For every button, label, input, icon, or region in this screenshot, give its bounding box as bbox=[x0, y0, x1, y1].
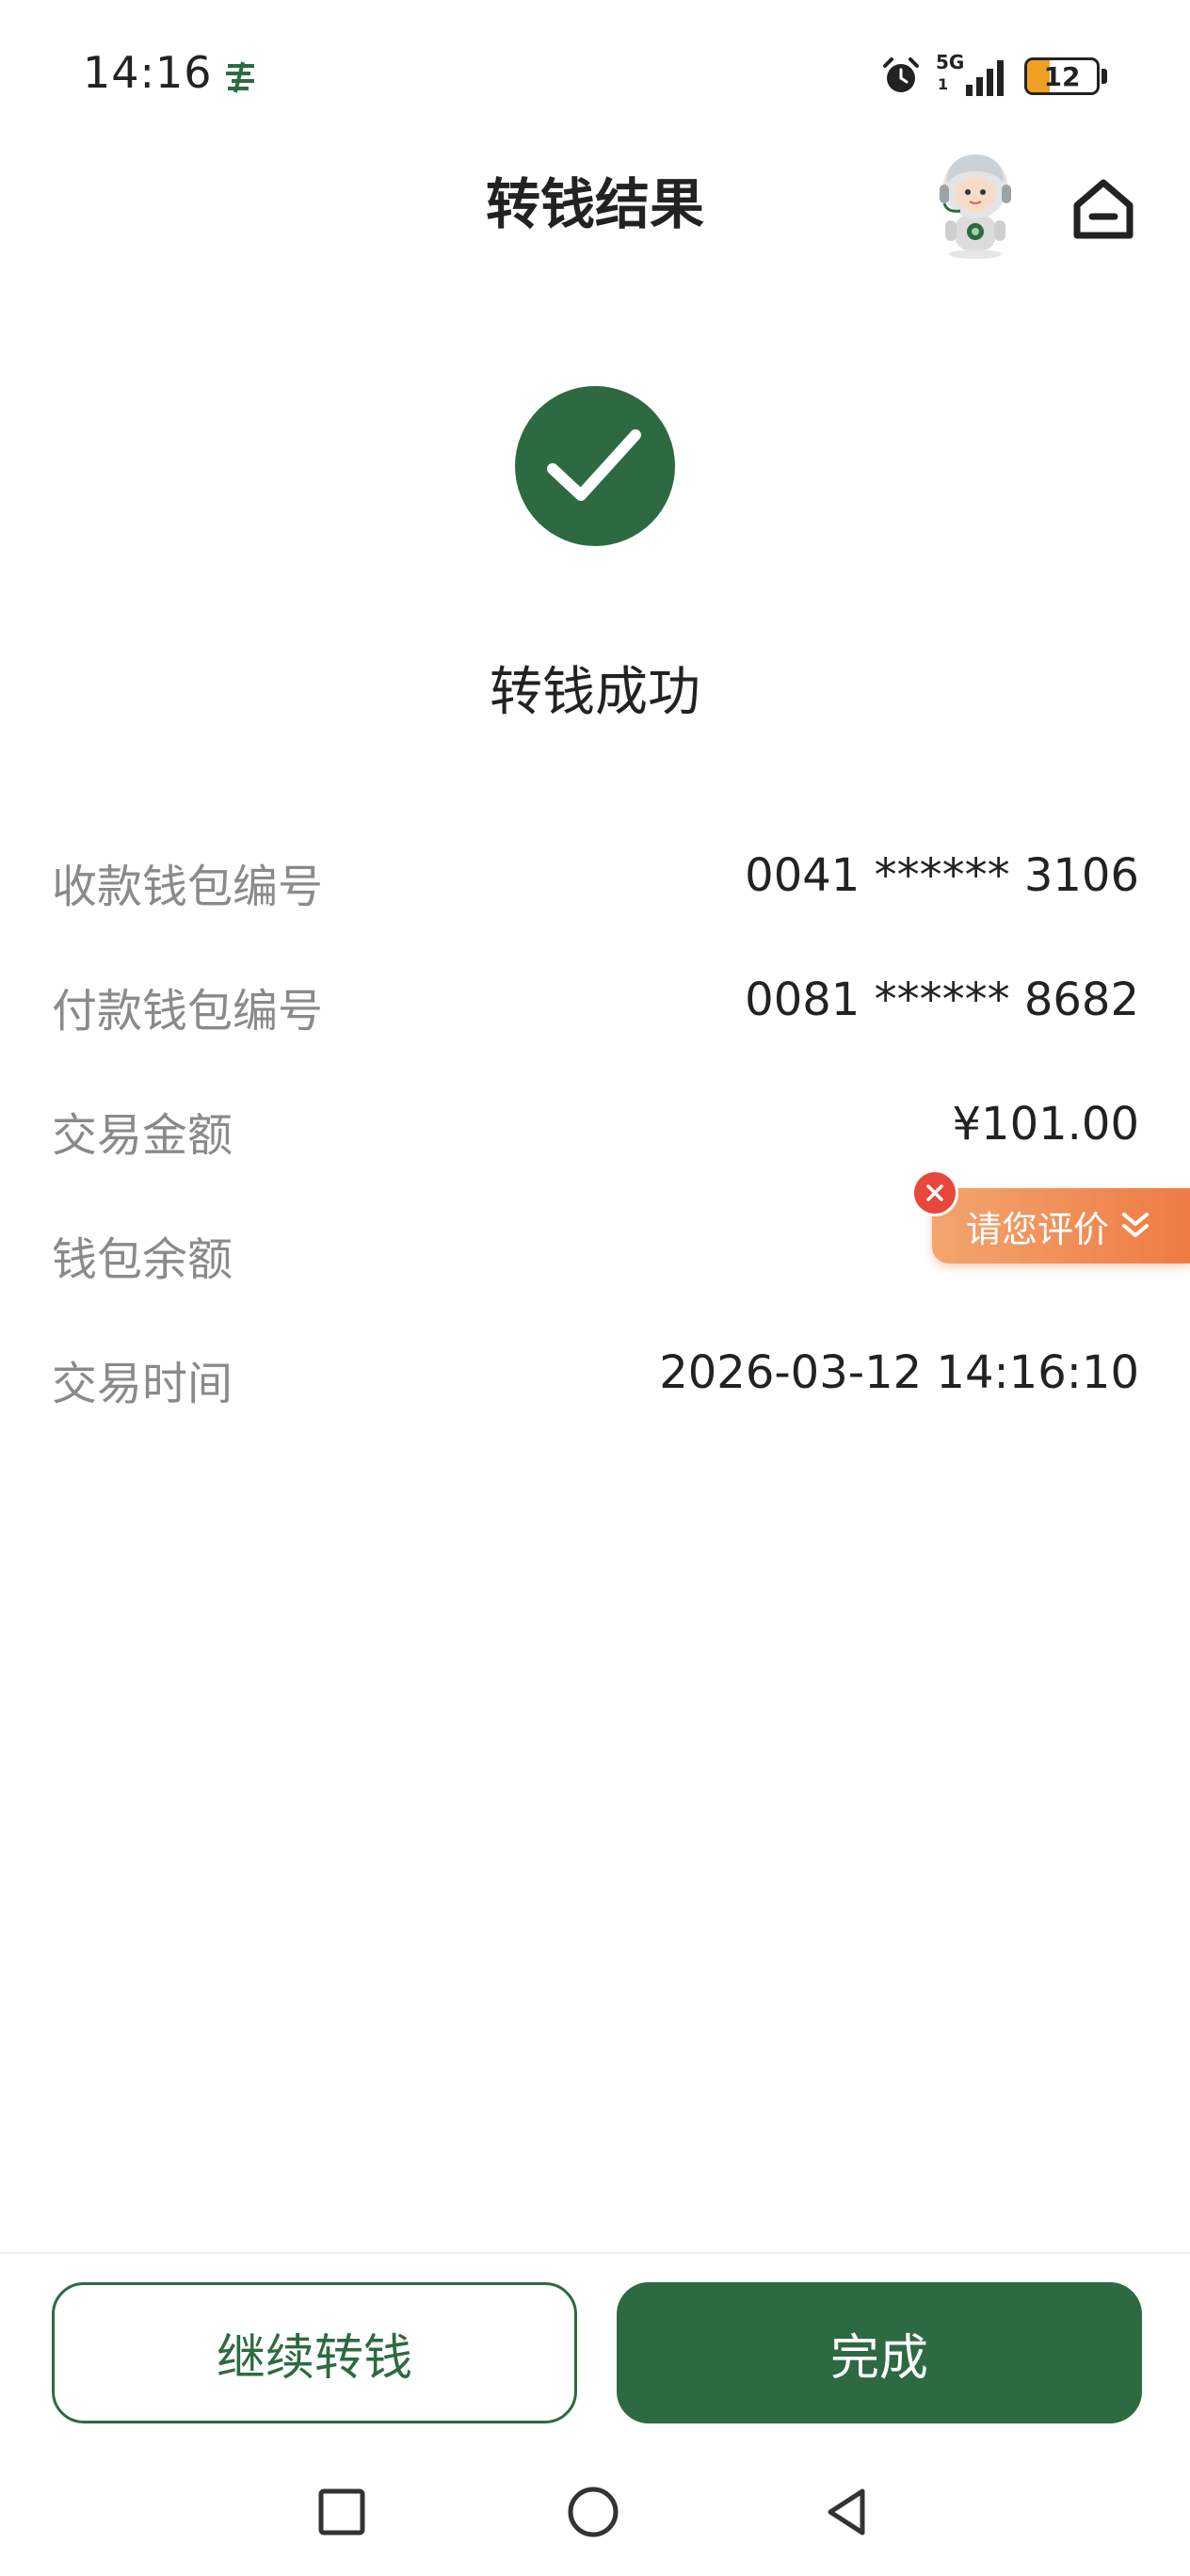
network-sim: 1 bbox=[938, 75, 949, 93]
detail-label: 交易时间 bbox=[52, 1358, 233, 1410]
detail-row-payee-wallet: 收款钱包编号 0041 ****** 3106 bbox=[52, 829, 1139, 953]
battery-indicator: 12 bbox=[1024, 57, 1100, 95]
robot-assistant-icon[interactable] bbox=[919, 145, 1032, 262]
rating-badge[interactable]: 请您评价 bbox=[932, 1188, 1190, 1264]
system-navigation-bar bbox=[0, 2448, 1190, 2576]
detail-value: 0041 ****** 3106 bbox=[745, 849, 1139, 902]
back-icon[interactable] bbox=[819, 2484, 876, 2540]
checkmark-circle-icon bbox=[515, 386, 675, 546]
status-bar: 14:16 5G 1 12 bbox=[0, 0, 1190, 141]
result-status-text: 转钱成功 bbox=[490, 662, 700, 723]
home-icon[interactable] bbox=[1064, 169, 1143, 249]
signal-bars-icon bbox=[966, 60, 1004, 96]
detail-value: 0081 ****** 8682 bbox=[745, 974, 1139, 1026]
alarm-icon bbox=[883, 57, 919, 92]
app-header: 转钱结果 bbox=[0, 141, 1190, 264]
detail-label: 付款钱包编号 bbox=[52, 985, 324, 1038]
cellular-signal: 5G 1 bbox=[936, 51, 1011, 98]
double-chevron-down-icon bbox=[1122, 1213, 1150, 1237]
action-bar: 继续转钱 完成 bbox=[0, 2252, 1190, 2442]
transaction-details: 收款钱包编号 0041 ****** 3106 付款钱包编号 0081 ****… bbox=[52, 829, 1139, 1450]
detail-label: 收款钱包编号 bbox=[52, 861, 324, 913]
detail-value: 2026-03-12 14:16:10 bbox=[659, 1346, 1139, 1399]
detail-label: 交易金额 bbox=[52, 1109, 233, 1162]
detail-value: ¥101.00 bbox=[952, 1098, 1140, 1151]
status-time: 14:16 bbox=[83, 47, 213, 98]
close-icon bbox=[926, 1184, 943, 1201]
rating-text: 请您评价 bbox=[966, 1208, 1110, 1250]
battery-level: 12 bbox=[1043, 60, 1081, 92]
continue-transfer-button[interactable]: 继续转钱 bbox=[52, 2282, 577, 2423]
recent-apps-icon[interactable] bbox=[314, 2484, 370, 2540]
home-circle-icon[interactable] bbox=[565, 2484, 621, 2540]
battery-cap bbox=[1102, 69, 1107, 84]
detail-row-payer-wallet: 付款钱包编号 0081 ****** 8682 bbox=[52, 953, 1139, 1077]
done-button[interactable]: 完成 bbox=[617, 2282, 1142, 2423]
detail-row-time: 交易时间 2026-03-12 14:16:10 bbox=[52, 1326, 1139, 1450]
detail-label: 钱包余额 bbox=[52, 1233, 233, 1286]
postal-logo-icon bbox=[226, 61, 254, 93]
detail-row-amount: 交易金额 ¥101.00 bbox=[52, 1077, 1139, 1201]
status-indicators: 5G 1 12 bbox=[879, 51, 1107, 100]
rating-close-button[interactable] bbox=[911, 1169, 958, 1216]
